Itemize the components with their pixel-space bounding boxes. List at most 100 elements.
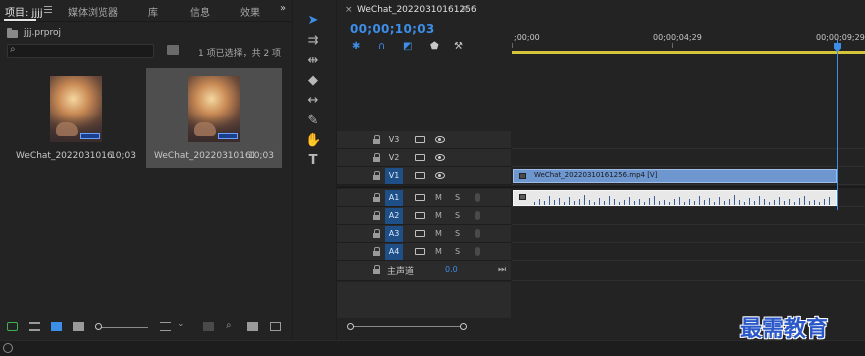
sequence-menu-icon[interactable]: ≡: [461, 4, 469, 14]
track-content[interactable]: [512, 225, 865, 243]
hand-tool-icon[interactable]: ✋: [305, 134, 321, 148]
eye-icon[interactable]: [435, 136, 445, 143]
track-content[interactable]: [512, 131, 865, 149]
mute-button[interactable]: M: [435, 193, 442, 202]
track-name[interactable]: A1: [385, 190, 403, 206]
go-to-end-icon[interactable]: ⏭: [498, 265, 506, 275]
mic-icon[interactable]: [475, 193, 480, 202]
clip-item-selected[interactable]: WeChat_20220310161256 10;03: [146, 68, 282, 168]
waveform-bar: [819, 202, 820, 205]
automate-sequence-icon[interactable]: [203, 322, 214, 331]
track-content[interactable]: [512, 261, 865, 281]
timeline-settings-icon[interactable]: ⚒: [454, 41, 463, 52]
solo-button[interactable]: S: [455, 211, 460, 220]
waveform-bar: [739, 200, 740, 205]
lock-icon[interactable]: [373, 171, 380, 180]
solo-button[interactable]: S: [455, 229, 460, 238]
lock-project-icon[interactable]: [7, 322, 18, 331]
slip-tool-icon[interactable]: ↔: [305, 94, 321, 108]
add-marker-icon[interactable]: ⬟: [430, 41, 439, 52]
clip-thumbnail[interactable]: [50, 76, 102, 142]
sync-lock-icon[interactable]: [415, 230, 425, 237]
mic-icon[interactable]: [475, 229, 480, 238]
track-content[interactable]: [512, 243, 865, 261]
track-name[interactable]: A3: [385, 226, 403, 242]
list-view-icon[interactable]: [29, 322, 40, 331]
chevron-down-icon[interactable]: ⌄: [177, 319, 185, 329]
track-name[interactable]: V2: [385, 150, 403, 166]
lock-icon[interactable]: [373, 229, 380, 238]
solo-button[interactable]: S: [455, 193, 460, 202]
track-name[interactable]: V1: [385, 168, 403, 184]
freeform-view-icon[interactable]: [73, 322, 84, 331]
more-panels-icon[interactable]: »: [280, 3, 286, 14]
track-content[interactable]: [512, 207, 865, 225]
sequence-tab[interactable]: WeChat_20220310161256: [357, 5, 477, 15]
track-select-tool-icon[interactable]: ⇉: [305, 34, 321, 48]
tab-menu-icon[interactable]: [44, 6, 52, 14]
tab-media-browser[interactable]: 媒体浏览器: [68, 4, 118, 19]
icon-view-icon[interactable]: [51, 322, 62, 331]
av-divider[interactable]: [337, 186, 865, 188]
zoom-scroll-track[interactable]: [350, 326, 465, 327]
close-icon[interactable]: ×: [345, 5, 353, 15]
linked-selection-icon[interactable]: ◩: [403, 41, 412, 52]
nest-toggle-icon[interactable]: ✱: [352, 41, 360, 52]
master-volume-value[interactable]: 0.0: [445, 265, 458, 274]
selection-tool-icon[interactable]: ➤: [305, 14, 321, 28]
razor-tool-icon[interactable]: ◆: [305, 74, 321, 88]
search-icon: ⌕: [10, 44, 16, 55]
eye-icon[interactable]: [435, 172, 445, 179]
tab-project[interactable]: 项目: jjjj: [5, 4, 43, 19]
zoom-slider-track[interactable]: [100, 327, 148, 328]
tab-libraries[interactable]: 库: [148, 4, 158, 19]
lock-icon[interactable]: [373, 135, 380, 144]
find-icon[interactable]: ⌕: [226, 320, 232, 331]
mute-button[interactable]: M: [435, 211, 442, 220]
new-bin-folder-icon[interactable]: [247, 322, 258, 331]
snap-icon[interactable]: ∩: [378, 41, 385, 52]
sync-lock-icon[interactable]: [415, 194, 425, 201]
track-name[interactable]: A4: [385, 244, 403, 260]
ripple-edit-tool-icon[interactable]: ⇹: [305, 54, 321, 68]
mute-button[interactable]: M: [435, 229, 442, 238]
clip-item[interactable]: WeChat_202203101612... 10;03: [8, 68, 144, 168]
eye-icon[interactable]: [435, 154, 445, 161]
lock-icon[interactable]: [373, 247, 380, 256]
video-clip[interactable]: WeChat_20220310161256.mp4 [V]: [513, 169, 837, 183]
tab-info[interactable]: 信息: [190, 4, 210, 19]
new-item-icon[interactable]: [270, 322, 281, 331]
lock-icon[interactable]: [373, 265, 380, 274]
track-name[interactable]: A2: [385, 208, 403, 224]
track-content[interactable]: [512, 149, 865, 167]
sync-lock-icon[interactable]: [415, 212, 425, 219]
playhead-timecode[interactable]: 00;00;10;03: [350, 22, 435, 36]
status-icon[interactable]: [3, 343, 13, 353]
lock-icon[interactable]: [373, 193, 380, 202]
work-area-bar[interactable]: [512, 51, 865, 54]
sync-lock-icon[interactable]: [415, 172, 425, 179]
pen-tool-icon[interactable]: ✎: [305, 114, 321, 128]
track-name[interactable]: V3: [385, 132, 403, 148]
lock-icon[interactable]: [373, 153, 380, 162]
new-bin-icon[interactable]: [167, 45, 179, 55]
tab-effects[interactable]: 效果: [240, 4, 260, 19]
mute-button[interactable]: M: [435, 247, 442, 256]
sync-lock-icon[interactable]: [415, 154, 425, 161]
solo-button[interactable]: S: [455, 247, 460, 256]
sync-lock-icon[interactable]: [415, 248, 425, 255]
zoom-slider-knob[interactable]: [95, 323, 102, 330]
audio-clip[interactable]: [513, 190, 837, 206]
playhead-line[interactable]: [837, 40, 838, 210]
mic-icon[interactable]: [475, 211, 480, 220]
type-tool-icon[interactable]: T: [305, 154, 321, 168]
sort-icons-icon[interactable]: [160, 322, 171, 331]
mic-icon[interactable]: [475, 247, 480, 256]
sync-lock-icon[interactable]: [415, 136, 425, 143]
waveform-bar: [724, 201, 725, 205]
lock-icon[interactable]: [373, 211, 380, 220]
zoom-scroll-end-knob[interactable]: [460, 323, 467, 330]
clip-thumbnail[interactable]: [188, 76, 240, 142]
zoom-scroll-start-knob[interactable]: [347, 323, 354, 330]
search-input[interactable]: [7, 44, 154, 58]
